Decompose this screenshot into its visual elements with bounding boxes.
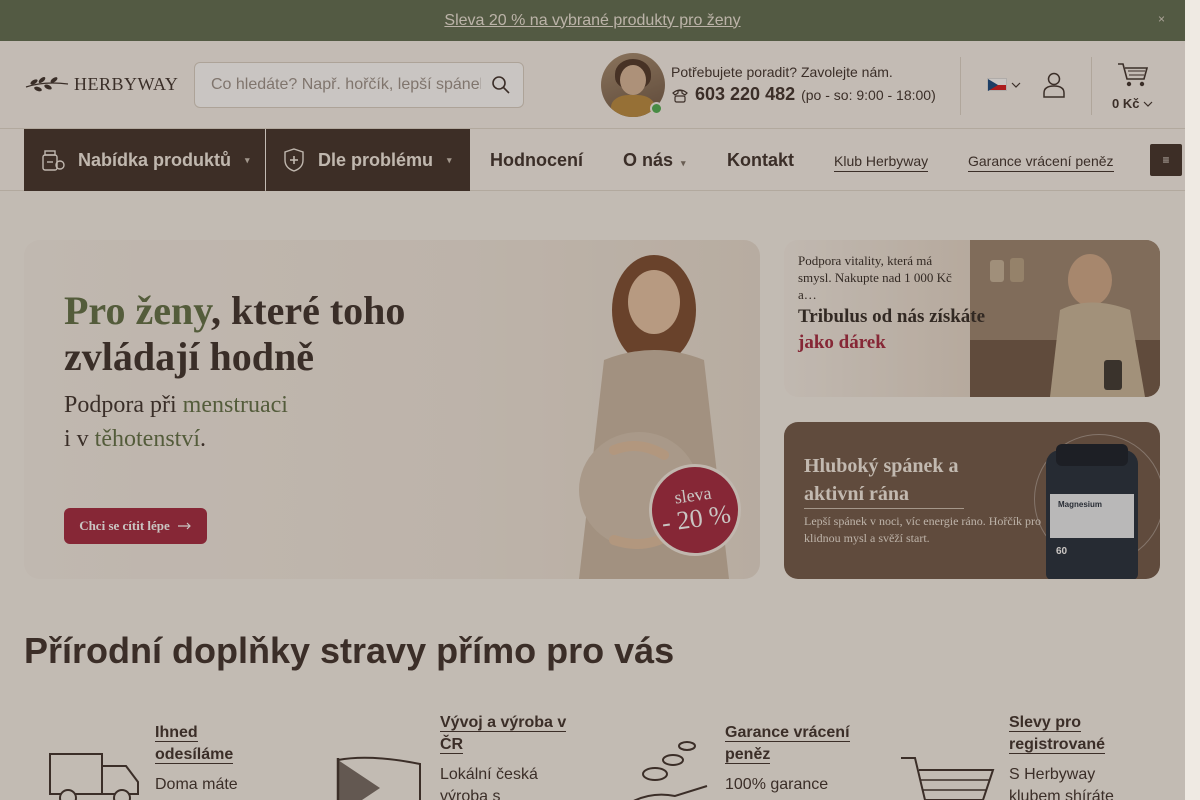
- section-title: Přírodní doplňky stravy přímo pro vás: [24, 630, 675, 671]
- feature-title: Slevy pro registrované: [1009, 712, 1129, 756]
- feature-title: Vývoj a výroba v ČR: [440, 712, 570, 756]
- phone-number[interactable]: 603 220 482: [695, 84, 795, 105]
- leaf-branch-icon: [25, 77, 69, 92]
- nav-more-button[interactable]: ≡: [1150, 144, 1182, 176]
- help-text: Potřebujete poradit? Zavolejte nám.: [671, 64, 893, 80]
- nav-club[interactable]: Klub Herbyway: [834, 153, 929, 172]
- phone-icon: [672, 88, 688, 103]
- promo1-small-text: Podpora vitality, která má smysl. Nakupt…: [798, 253, 952, 302]
- hero-cta-button[interactable]: Chci se cítit lépe: [64, 508, 207, 544]
- promo-banner-magnesium[interactable]: Hluboký spánek a aktivní rána Lepší spán…: [784, 422, 1160, 579]
- promo-banner-tribulus[interactable]: Podpora vitality, která má smysl. Nakupt…: [784, 240, 1160, 397]
- man-with-supplements-image: [970, 240, 1160, 397]
- hero-subtitle-text: .: [200, 426, 206, 452]
- feature-title-text: Slevy pro registrované: [1009, 714, 1106, 754]
- czech-flag-illustration-icon: [336, 756, 421, 800]
- hero-banner[interactable]: Pro ženy, které toho zvládají hodně Podp…: [24, 240, 760, 579]
- hero-subtitle-highlight: menstruaci: [182, 392, 288, 418]
- promo1-headline-highlight: jako dárek: [798, 332, 886, 353]
- hero-subtitle: Podpora při menstruaci i v těhotenství.: [64, 388, 424, 456]
- feature-description: 100% garance: [725, 776, 829, 793]
- header: HERBYWAY Potřebujete poradit? Zavolejte …: [0, 41, 1185, 129]
- promo-bar: Sleva 20 % na vybrané produkty pro ženy …: [0, 0, 1185, 41]
- nav-problems-menu[interactable]: Dle problému ▾: [266, 129, 470, 191]
- close-icon[interactable]: ×: [1158, 12, 1165, 26]
- hero-title-highlight: Pro ženy: [64, 288, 212, 333]
- chevron-down-icon: ▾: [447, 154, 452, 165]
- divider: [1091, 57, 1092, 115]
- hero-title: Pro ženy, které toho zvládají hodně: [64, 288, 504, 380]
- logo[interactable]: HERBYWAY: [24, 73, 178, 95]
- promo2-description: Lepší spánek v noci, víc energie ráno. H…: [804, 514, 1042, 545]
- shopping-cart-illustration-icon: [901, 757, 995, 800]
- coins-hand-icon: [633, 741, 708, 800]
- feature-title-text: Garance vrácení peněz: [725, 724, 850, 764]
- promo-bar-link[interactable]: Sleva 20 % na vybrané produkty pro ženy: [444, 12, 740, 30]
- chevron-down-icon: [1144, 101, 1153, 107]
- cart-button[interactable]: 0 Kč: [1112, 61, 1153, 111]
- magnesium-bottle-image: Magnesium 60: [1046, 444, 1138, 579]
- promo1-headline: Tribulus od nás získáte jako dárek: [798, 304, 998, 356]
- divider: [960, 57, 961, 115]
- chevron-down-icon: [1011, 82, 1021, 88]
- czech-flag-icon: [987, 78, 1007, 91]
- search-input[interactable]: [211, 76, 481, 94]
- user-account-icon[interactable]: [1042, 72, 1066, 98]
- hero-subtitle-highlight: těhotenství: [94, 426, 200, 452]
- opening-hours: (po - so: 9:00 - 18:00): [801, 86, 936, 103]
- shopping-cart-icon: [1117, 63, 1148, 87]
- feature-title: Garance vrácení peněz: [725, 722, 855, 766]
- nav-products-label: Nabídka produktů: [78, 149, 232, 170]
- nav-about[interactable]: O nás ▾: [623, 150, 686, 171]
- chevron-down-icon: ▾: [245, 154, 250, 165]
- bottle-count: 60: [1056, 546, 1068, 557]
- promo1-headline-text: Tribulus od nás získáte: [798, 306, 986, 327]
- divider: [804, 508, 964, 509]
- feature-title: Ihned odesíláme: [155, 722, 265, 766]
- bottle-label: Magnesium: [1050, 494, 1134, 538]
- nav-products-menu[interactable]: Nabídka produktů ▾: [24, 129, 265, 191]
- nav-contact[interactable]: Kontakt: [727, 150, 794, 171]
- phone-line[interactable]: 603 220 482 (po - so: 9:00 - 18:00): [671, 84, 936, 105]
- scrollbar[interactable]: [1185, 0, 1200, 800]
- arrow-right-icon: [177, 522, 191, 530]
- shield-plus-icon: [284, 148, 304, 172]
- feature-title-text: Vývoj a výroba v ČR: [440, 714, 567, 754]
- feature-description: Lokální česká výroba s: [440, 766, 538, 800]
- chevron-down-icon: ▾: [681, 158, 686, 168]
- hero-subtitle-text: Podpora při: [64, 392, 183, 418]
- delivery-truck-icon: [49, 753, 139, 800]
- main-navigation: Nabídka produktů ▾ Dle problému ▾ Hodnoc…: [0, 129, 1185, 191]
- feature-title-text: Ihned odesíláme: [155, 724, 234, 764]
- search-icon[interactable]: [491, 75, 511, 95]
- nav-guarantee[interactable]: Garance vrácení peněz: [968, 153, 1114, 172]
- feature-description: Doma máte: [155, 776, 238, 793]
- supplement-jar-icon: [42, 150, 65, 171]
- cart-total: 0 Kč: [1112, 96, 1140, 111]
- online-status-dot: [650, 102, 663, 115]
- logo-text: HERBYWAY: [74, 73, 179, 94]
- feature-description: S Herbyway klubem shíráte: [1009, 766, 1114, 800]
- hero-subtitle-text: i v: [64, 426, 95, 452]
- promo2-title: Hluboký spánek a aktivní rána: [804, 455, 959, 505]
- language-selector[interactable]: [987, 78, 1021, 91]
- hero-cta-label: Chci se cítit lépe: [79, 518, 170, 533]
- nav-about-label: O nás: [623, 150, 674, 170]
- search-box[interactable]: [194, 62, 524, 108]
- nav-problems-label: Dle problému: [318, 149, 434, 170]
- nav-reviews[interactable]: Hodnocení: [490, 150, 583, 171]
